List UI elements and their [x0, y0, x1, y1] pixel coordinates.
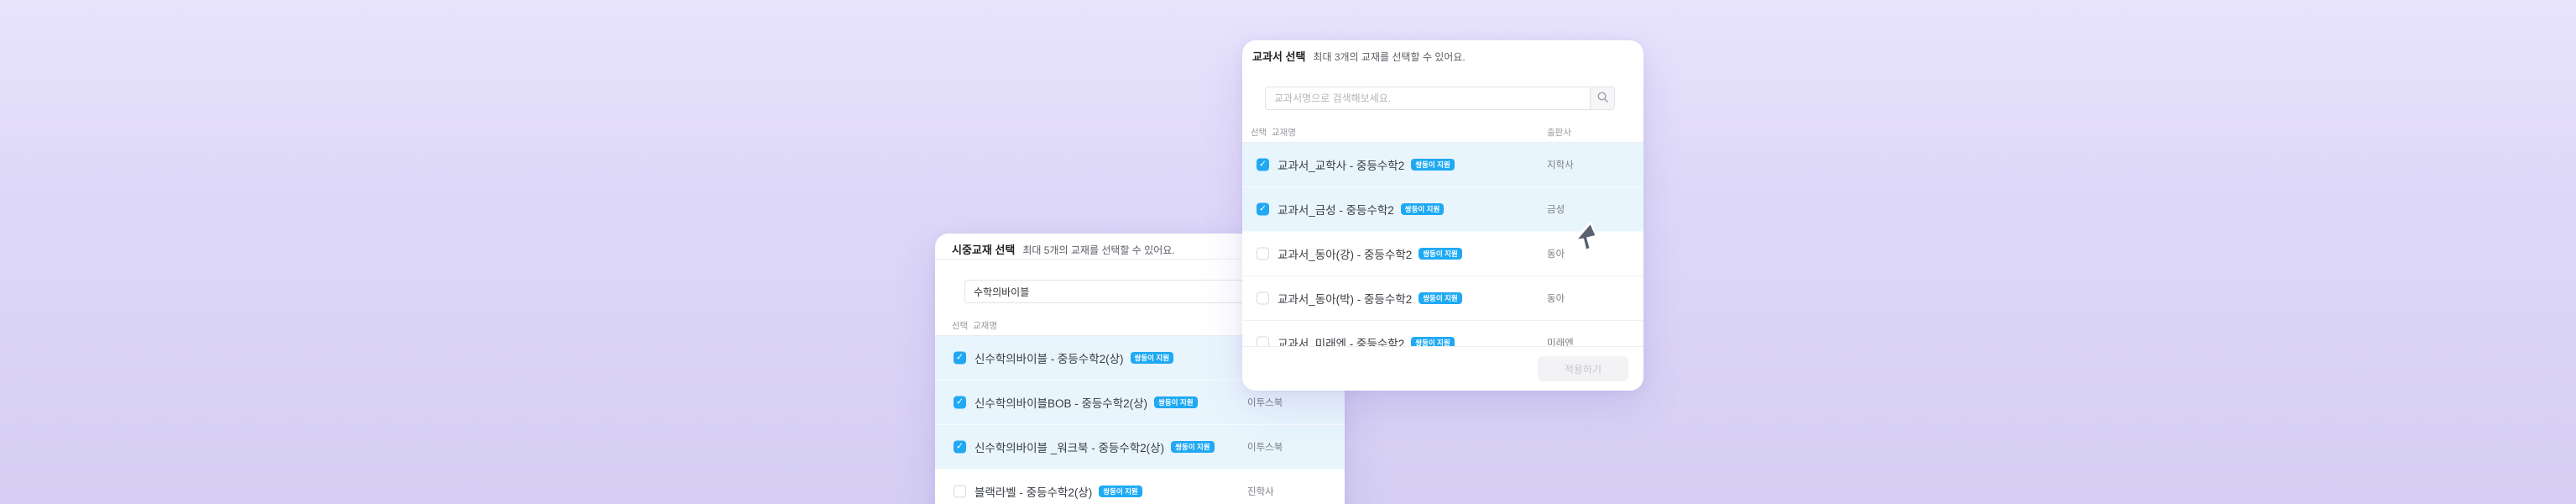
- twin-support-badge: 쌍둥이 지원: [1130, 351, 1174, 365]
- twin-support-badge: 쌍둥이 지원: [1411, 158, 1455, 171]
- checkbox-checked[interactable]: [954, 396, 966, 409]
- page-background: { "colors": { "accent_blue": "#21A8F2", …: [0, 0, 2576, 504]
- checkbox-unchecked[interactable]: [954, 485, 966, 498]
- twin-support-badge: 쌍둥이 지원: [1419, 247, 1462, 260]
- twin-support-badge: 쌍둥이 지원: [1171, 440, 1215, 454]
- search-button[interactable]: [1590, 87, 1614, 109]
- table-row[interactable]: 교과서_미래엔 - 중등수학2 쌍둥이 지원 미래엔: [1242, 321, 1643, 346]
- publisher: 진학사: [1247, 487, 1274, 497]
- table-body: 교과서_교학사 - 중등수학2 쌍둥이 지원 지학사 교과서_금성 - 중등수학2…: [1242, 143, 1643, 346]
- publisher: 이투스북: [1247, 398, 1283, 408]
- textbook-name: 교과서_교학사 - 중등수학2: [1278, 160, 1405, 172]
- publisher: 금성: [1547, 205, 1565, 215]
- textbook-select-modal: 교과서 선택 최대 3개의 교재를 선택할 수 있어요. 선택 교재명 출판사 …: [1242, 40, 1643, 391]
- table-row[interactable]: 교과서_동아(박) - 중등수학2 쌍둥이 지원 동아: [1242, 276, 1643, 321]
- table-row[interactable]: 교과서_교학사 - 중등수학2 쌍둥이 지원 지학사: [1242, 143, 1643, 187]
- table-row[interactable]: 교과서_금성 - 중등수학2 쌍둥이 지원 금성: [1242, 187, 1643, 232]
- modal-footer: 적용하기: [1242, 346, 1643, 391]
- textbook-name: 블랙라벨 - 중등수학2(상): [974, 486, 1093, 499]
- column-select: 선택: [952, 321, 969, 331]
- search-box: [1265, 87, 1615, 110]
- textbook-name: 신수학의바이블BOB - 중등수학2(상): [974, 397, 1148, 410]
- twin-support-badge: 쌍둥이 지원: [1411, 336, 1455, 346]
- search-input[interactable]: [965, 281, 1290, 302]
- search-icon: [1596, 91, 1609, 106]
- textbook-name: 교과서_동아(박) - 중등수학2: [1278, 293, 1413, 306]
- textbook-name: 교과서_금성 - 중등수학2: [1278, 204, 1394, 217]
- publisher: 지학사: [1547, 160, 1574, 171]
- table-row[interactable]: 교과서_동아(강) - 중등수학2 쌍둥이 지원 동아: [1242, 232, 1643, 276]
- checkbox-unchecked[interactable]: [1257, 291, 1269, 305]
- publisher: 이투스북: [1247, 443, 1283, 453]
- column-select: 선택: [1251, 128, 1267, 138]
- modal-subtitle: 최대 3개의 교재를 선택할 수 있어요.: [1313, 51, 1466, 63]
- column-publisher: 출판사: [1547, 128, 1571, 138]
- publisher: 동아: [1547, 249, 1565, 260]
- checkbox-checked[interactable]: [1257, 158, 1269, 171]
- publisher: 동아: [1547, 294, 1565, 304]
- table-row[interactable]: 신수학의바이블 _워크북 - 중등수학2(상) 쌍둥이 지원 이투스북: [935, 425, 1345, 470]
- twin-support-badge: 쌍둥이 지원: [1419, 291, 1462, 305]
- search-input[interactable]: [1266, 87, 1590, 109]
- checkbox-checked[interactable]: [1257, 202, 1269, 216]
- modal-subtitle: 최대 5개의 교재를 선택할 수 있어요.: [1022, 244, 1175, 256]
- checkbox-checked[interactable]: [954, 440, 966, 454]
- modal-header: 교과서 선택 최대 3개의 교재를 선택할 수 있어요.: [1252, 48, 1466, 64]
- column-name: 교재명: [973, 321, 997, 331]
- textbook-name: 교과서_미래엔 - 중등수학2: [1278, 338, 1405, 346]
- twin-support-badge: 쌍둥이 지원: [1154, 396, 1198, 409]
- checkbox-unchecked[interactable]: [1257, 336, 1269, 346]
- textbook-name: 신수학의바이블 - 중등수학2(상): [974, 353, 1124, 365]
- table-row[interactable]: 블랙라벨 - 중등수학2(상) 쌍둥이 지원 진학사: [935, 470, 1345, 504]
- modal-title: 시중교재 선택: [952, 244, 1016, 256]
- apply-button[interactable]: 적용하기: [1538, 356, 1628, 381]
- twin-support-badge: 쌍둥이 지원: [1099, 485, 1142, 498]
- textbook-name: 교과서_동아(강) - 중등수학2: [1278, 249, 1413, 261]
- column-name: 교재명: [1272, 128, 1296, 138]
- twin-support-badge: 쌍둥이 지원: [1400, 202, 1445, 216]
- modal-title: 교과서 선택: [1252, 50, 1306, 63]
- checkbox-checked[interactable]: [954, 351, 966, 365]
- textbook-name: 신수학의바이블 _워크북 - 중등수학2(상): [974, 442, 1165, 454]
- publisher: 미래엔: [1547, 339, 1574, 346]
- checkbox-unchecked[interactable]: [1257, 247, 1269, 260]
- table-header: 선택 교재명 출판사: [1242, 121, 1643, 143]
- modal-header: 시중교재 선택 최대 5개의 교재를 선택할 수 있어요.: [952, 241, 1175, 257]
